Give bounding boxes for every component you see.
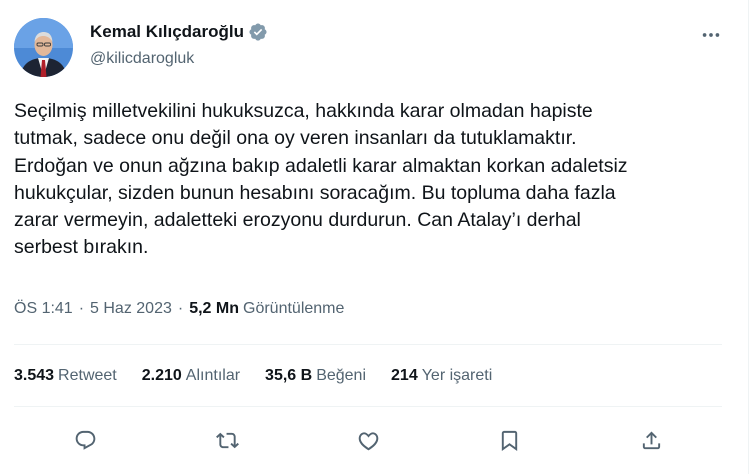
tweet-text-line: tutmak, sadece onu değil ona oy veren in… [14, 127, 577, 150]
avatar[interactable] [14, 18, 73, 77]
bookmarks-count: 214 [391, 367, 418, 384]
author-handle[interactable]: @kilicdarogluk [90, 50, 194, 68]
tweet-meta: ÖS 1:41 · 5 Haz 2023 · 5,2 Mn Görüntülen… [14, 300, 344, 318]
like-icon[interactable] [352, 424, 384, 456]
retweets-count: 3.543 [14, 367, 55, 384]
likes-count: 35,6 B [265, 367, 313, 384]
bookmarks-label: Yer işareti [421, 367, 493, 384]
likes-stat[interactable]: 35,6 B Beğeni [265, 367, 366, 385]
views-count[interactable]: 5,2 Mn [189, 300, 239, 318]
bookmark-icon[interactable] [493, 424, 525, 456]
tweet-card: Kemal Kılıçdaroğlu @kilicdarogluk Seçilm… [0, 0, 749, 474]
verified-badge-icon [248, 22, 268, 42]
quotes-count: 2.210 [141, 367, 182, 384]
tweet-time[interactable]: ÖS 1:41 [14, 300, 73, 318]
retweets-label: Retweet [58, 367, 117, 384]
engagement-stats: 3.543 Retweet 2.210 Alıntılar 35,6 B Beğ… [14, 367, 492, 385]
tweet-text-line: serbest bırakın. [14, 236, 149, 259]
tweet-date[interactable]: 5 Haz 2023 [90, 300, 172, 318]
share-icon[interactable] [635, 424, 667, 456]
meta-separator: · [177, 300, 184, 317]
reply-icon[interactable] [69, 424, 101, 456]
views-label: Görüntülenme [243, 300, 345, 317]
quotes-stat[interactable]: 2.210 Alıntılar [142, 367, 240, 385]
retweets-stat[interactable]: 3.543 Retweet [14, 367, 117, 385]
author-name[interactable]: Kemal Kılıçdaroğlu [90, 22, 244, 42]
bookmarks-stat[interactable]: 214 Yer işareti [391, 367, 492, 385]
likes-label: Beğeni [316, 367, 367, 384]
quotes-label: Alıntılar [185, 367, 241, 384]
tweet-text-line: Seçilmiş milletvekilini hukuksuzca, hakk… [14, 100, 593, 122]
divider [14, 406, 722, 407]
tweet-text-line: zarar vermeyin, adaletteki erozyonu durd… [14, 209, 581, 232]
tweet-text-line: Erdoğan ve onun ağzına bakıp adaletli ka… [14, 154, 628, 177]
action-bar [0, 424, 749, 456]
author-name-row[interactable]: Kemal Kılıçdaroğlu [90, 22, 268, 42]
tweet-text-line: hukukçular, sizden bunun hesabını soraca… [14, 181, 616, 204]
more-options-icon[interactable] [696, 24, 726, 46]
retweet-icon[interactable] [211, 424, 243, 456]
meta-separator: · [78, 300, 85, 317]
profile-photo-icon [14, 18, 73, 77]
tweet-text: Seçilmiş milletvekilini hukuksuzca, hakk… [14, 98, 734, 262]
divider [14, 344, 722, 345]
